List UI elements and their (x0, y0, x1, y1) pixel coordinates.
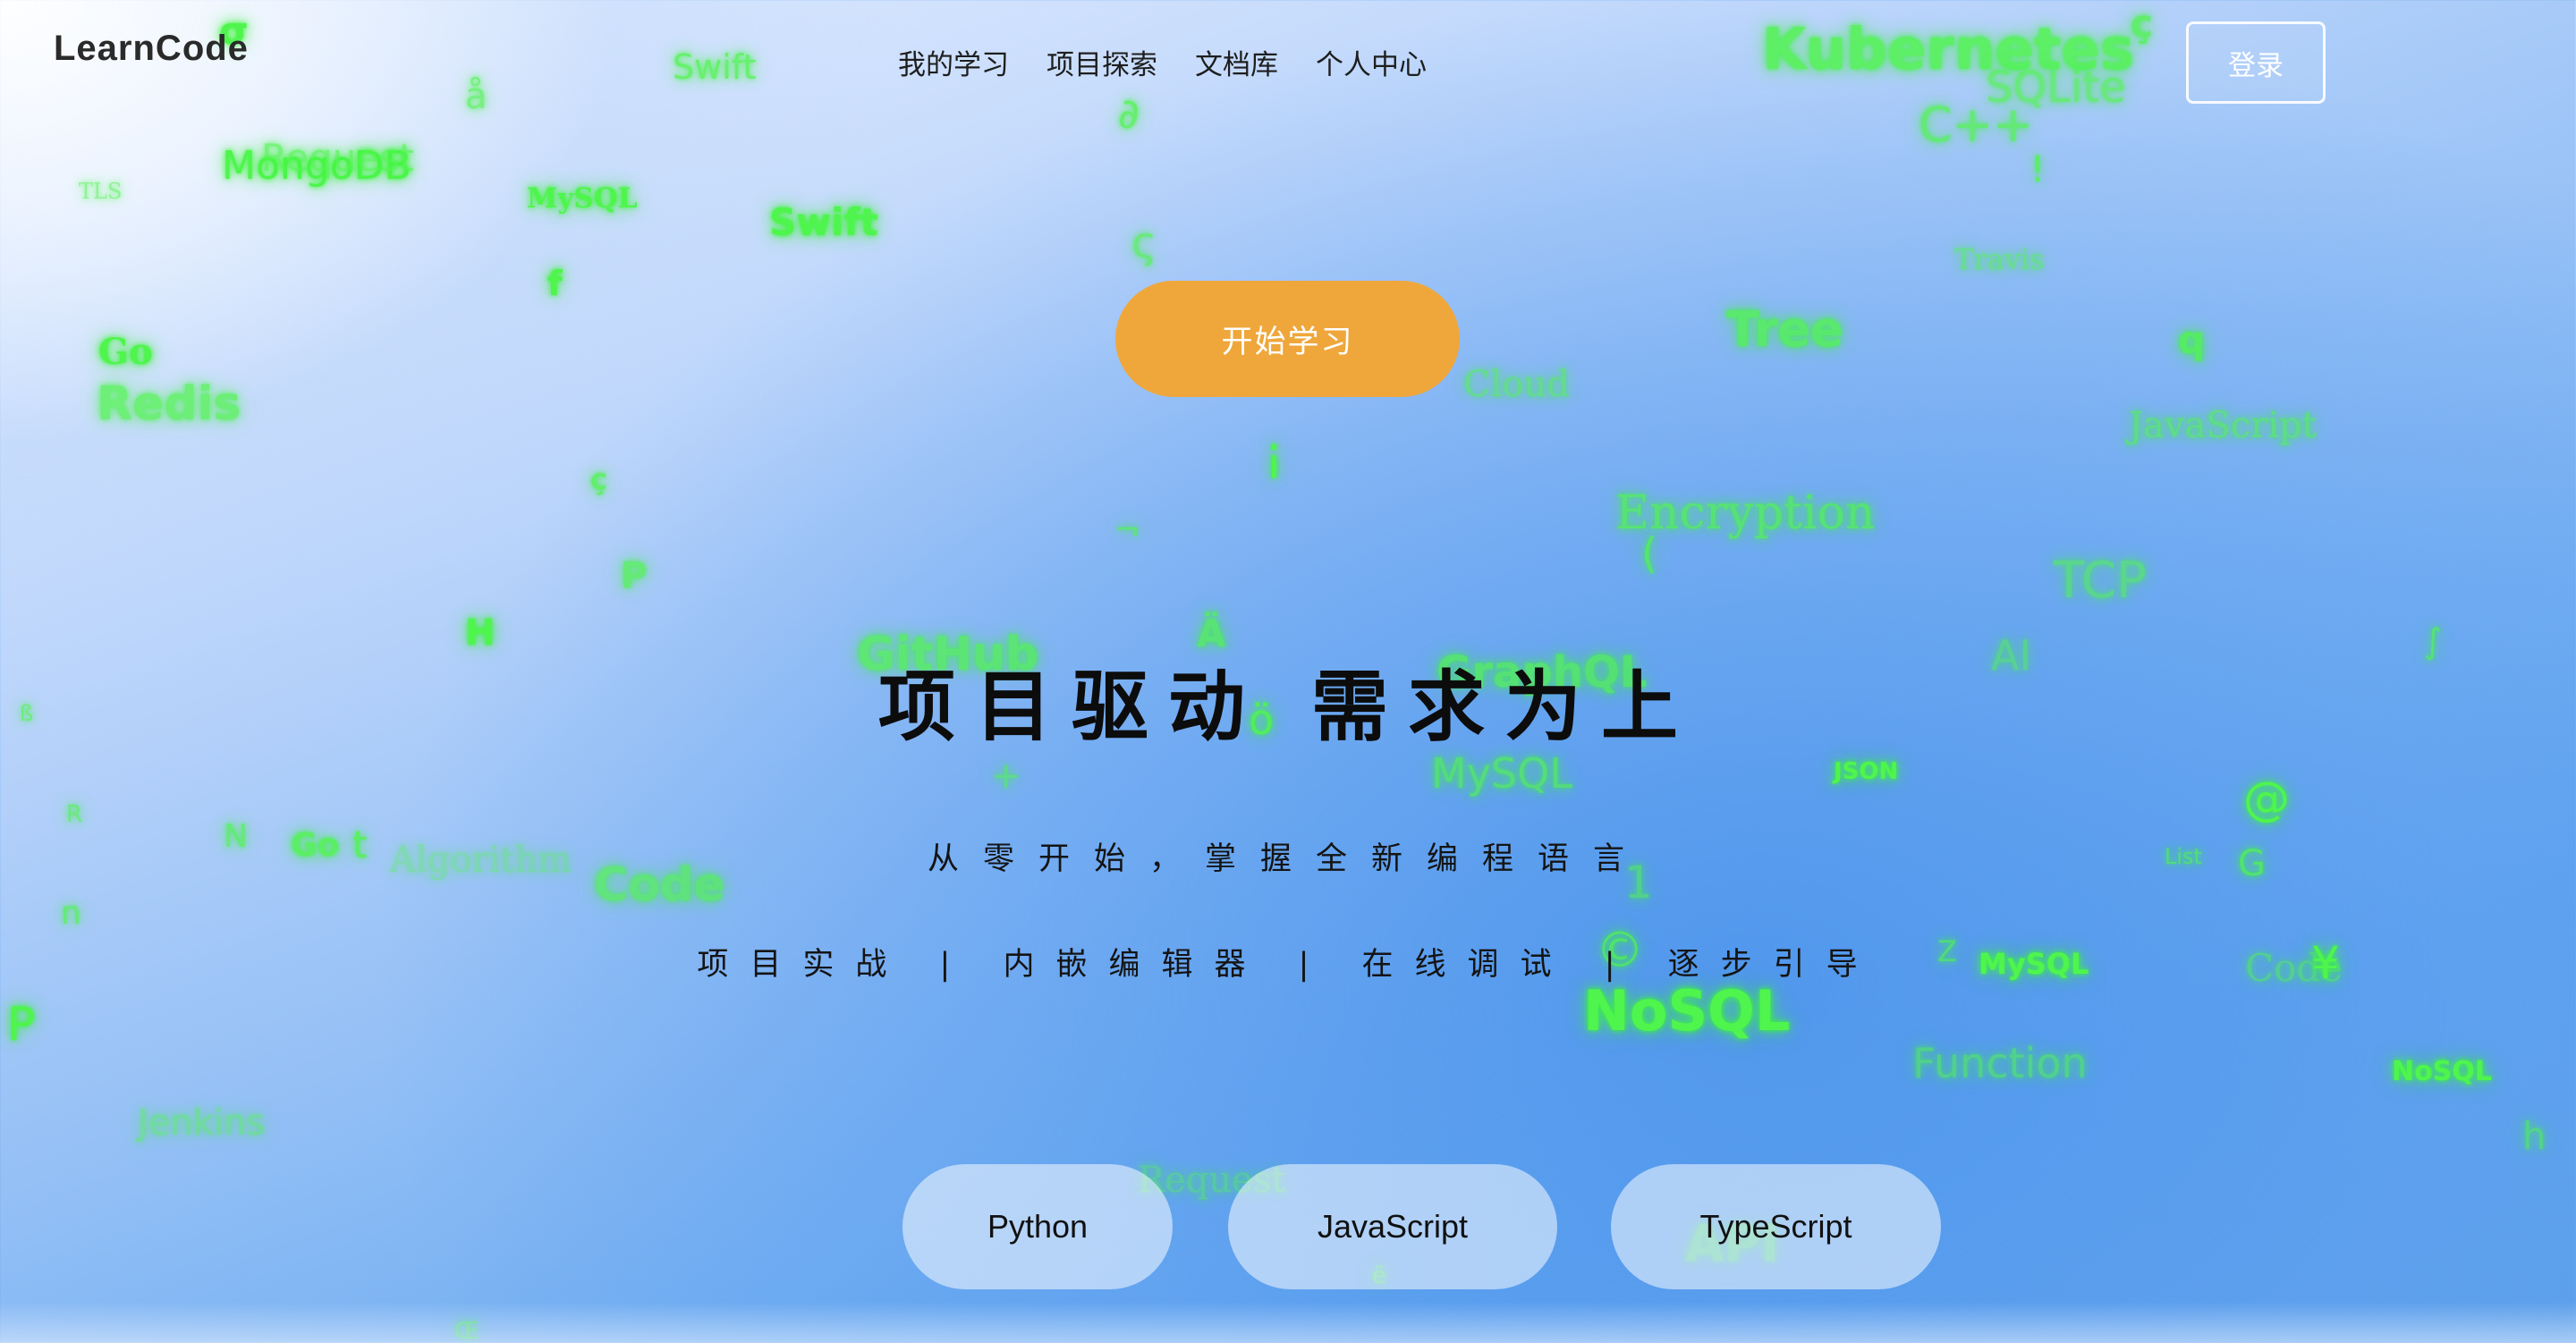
floating-word: NoSQL (1583, 978, 1791, 1043)
site-logo[interactable]: LearnCode (54, 29, 249, 69)
feature-separator: | (1298, 947, 1331, 983)
floating-word: ! (2030, 149, 2046, 190)
feature-embedded-editor: 内嵌编辑器 (1003, 947, 1267, 983)
floating-word: f (547, 264, 563, 303)
floating-word: + (991, 756, 1021, 797)
floating-word: Request (261, 136, 414, 180)
floating-word: MongoDB (222, 143, 411, 189)
floating-word: Jenkins (138, 1102, 266, 1144)
floating-word: MySQL (1431, 749, 1572, 798)
floating-word: Cloud (1463, 364, 1570, 405)
feature-step-guide: 逐步引导 (1667, 947, 1879, 983)
floating-word: Encryption (1615, 486, 1876, 540)
floating-word: MySQL (527, 182, 638, 215)
feature-separator: | (939, 947, 972, 983)
language-button-typescript[interactable]: TypeScript (1611, 1164, 1941, 1289)
bottom-fade (0, 1302, 2576, 1343)
floating-word: ç (590, 462, 607, 496)
feature-separator: | (1604, 947, 1637, 983)
floating-word: ς (1131, 218, 1157, 268)
main-nav: 我的学习 项目探索 文档库 个人中心 (898, 42, 1427, 82)
login-button[interactable]: 登录 (2186, 21, 2326, 104)
floating-word: Function (1912, 1039, 2088, 1087)
nav-item-my-learning[interactable]: 我的学习 (898, 42, 1009, 82)
floating-word: Travis (1954, 242, 2045, 276)
floating-word: å (465, 76, 487, 117)
feature-online-debug: 在线调试 (1361, 947, 1573, 983)
floating-word: ¡ (1265, 427, 1284, 481)
floating-word: q (2178, 318, 2206, 362)
floating-word: NoSQL (2392, 1056, 2492, 1087)
floating-word: Œ (454, 1318, 479, 1343)
floating-word: JavaScript (2129, 405, 2317, 446)
start-learning-button[interactable]: 开始学习 (1115, 281, 1460, 397)
floating-word: C++ (1919, 97, 2034, 153)
floating-word: Redis (97, 377, 242, 431)
hero-title: 项目驱动 需求为上 (878, 663, 1698, 752)
floating-word: P (7, 998, 36, 1052)
feature-project-practice: 项目实战 (697, 947, 909, 983)
floating-word: TCP (2054, 552, 2147, 610)
floating-word: @ (2243, 773, 2290, 826)
floating-word: ç (2131, 2, 2153, 46)
language-button-javascript[interactable]: JavaScript (1228, 1164, 1557, 1289)
floating-word: SQLite (1986, 63, 2126, 113)
nav-item-docs[interactable]: 文档库 (1195, 42, 1278, 82)
floating-word: ∂ (1118, 89, 1140, 138)
floating-word: JSON (1834, 758, 1899, 785)
hero-features: 项目实战 | 内嵌编辑器 | 在线调试 | 逐步引导 (0, 939, 2576, 984)
nav-item-project-explore[interactable]: 项目探索 (1046, 42, 1157, 82)
floating-word: Swift (673, 47, 757, 87)
floating-word: Go (98, 331, 153, 373)
floating-word: ¬ (1114, 512, 1140, 548)
hero-subtitle: 从零开始，掌握全新编程语言 (927, 841, 1648, 877)
floating-word: TLS (79, 179, 123, 204)
floating-word: Kubernetes (1762, 17, 2134, 83)
floating-word: Tree (1726, 301, 1843, 358)
language-button-python[interactable]: Python (902, 1164, 1173, 1289)
floating-word: h (2522, 1114, 2546, 1158)
floating-word: Swift (769, 200, 878, 244)
floating-word: R (66, 801, 83, 828)
nav-item-profile[interactable]: 个人中心 (1316, 42, 1427, 82)
floating-word: n (61, 895, 81, 932)
floating-word: P (621, 555, 648, 596)
floating-word: ( (1641, 529, 1657, 578)
